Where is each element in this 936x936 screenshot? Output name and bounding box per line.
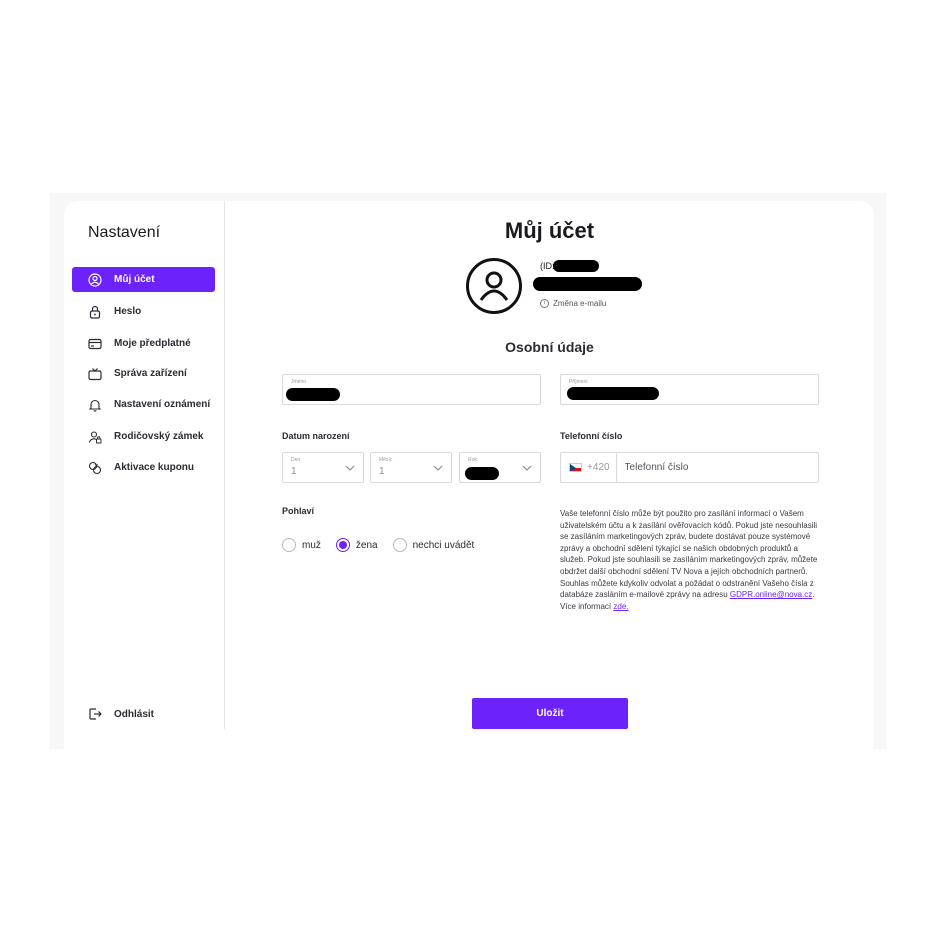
redacted-id xyxy=(552,260,599,272)
phone-field[interactable]: +420 xyxy=(560,452,819,483)
user-avatar-icon xyxy=(479,271,509,301)
phone-input[interactable] xyxy=(624,462,805,473)
day-label: Den xyxy=(291,457,301,463)
gender-option-unspecified[interactable]: nechci uvádět xyxy=(392,538,475,552)
redacted-first-name xyxy=(286,388,340,401)
save-button[interactable]: Uložit xyxy=(472,698,628,729)
gender-radio-group: muž žena nechci uvádět xyxy=(282,538,489,552)
phone-label: Telefonní číslo xyxy=(560,431,623,441)
sidebar-item-notifications[interactable]: Nastavení oznámení xyxy=(72,392,215,417)
sidebar-item-devices[interactable]: Správa zařízení xyxy=(72,361,215,386)
radio-male[interactable] xyxy=(282,538,296,552)
day-select[interactable]: Den 1 xyxy=(282,452,364,483)
sidebar-item-label: Nastavení oznámení xyxy=(114,399,211,410)
year-select[interactable]: Rok xyxy=(459,452,541,483)
consent-body: Vaše telefonní číslo může být použito pr… xyxy=(560,509,818,600)
phone-consent-text: Vaše telefonní číslo může být použito pr… xyxy=(560,508,822,612)
bell-icon xyxy=(88,398,102,412)
day-value: 1 xyxy=(291,466,297,477)
sidebar-item-label: Můj účet xyxy=(114,274,155,285)
sidebar-item-subscription[interactable]: Moje předplatné xyxy=(72,331,215,356)
last-name-label: Příjmení xyxy=(569,379,588,385)
gender-option-female[interactable]: žena xyxy=(335,538,378,552)
info-icon: i xyxy=(540,299,549,308)
parental-lock-icon xyxy=(88,430,102,444)
gender-option-label: nechci uvádět xyxy=(412,539,475,551)
redacted-email xyxy=(533,277,642,291)
sidebar-item-password[interactable]: Heslo xyxy=(72,299,215,324)
settings-card: Nastavení Můj účet Heslo Moje předplatné… xyxy=(64,201,874,749)
month-select[interactable]: Měsíc 1 xyxy=(370,452,452,483)
sidebar-item-label: Správa zařízení xyxy=(114,368,187,379)
birth-date-label: Datum narození xyxy=(282,431,350,441)
user-circle-icon xyxy=(88,272,102,287)
year-label: Rok xyxy=(468,457,477,463)
sidebar: Nastavení Můj účet Heslo Moje předplatné… xyxy=(64,201,225,729)
page-title: Můj účet xyxy=(504,218,595,243)
first-name-field[interactable]: Jméno xyxy=(282,374,541,405)
avatar xyxy=(466,258,522,314)
phone-prefix: +420 xyxy=(587,452,617,483)
last-name-field[interactable]: Příjmení xyxy=(560,374,819,405)
chevron-down-icon xyxy=(345,465,355,471)
sidebar-item-label: Heslo xyxy=(114,306,142,317)
sidebar-item-label: Moje předplatné xyxy=(114,338,191,349)
sidebar-item-my-account[interactable]: Můj účet xyxy=(72,267,215,292)
gender-option-label: žena xyxy=(355,539,378,551)
sidebar-title: Nastavení xyxy=(88,224,161,241)
credit-card-icon xyxy=(88,337,102,351)
month-value: 1 xyxy=(379,466,385,477)
main-content: Můj účet (ID: i Změna e-mailu Osobní úda… xyxy=(225,201,874,749)
account-id: (ID: xyxy=(540,260,599,272)
logout-button[interactable]: Odhlásit xyxy=(88,707,154,721)
sidebar-item-label: Aktivace kuponu xyxy=(114,462,195,473)
redacted-last-name xyxy=(567,387,659,400)
czech-flag-icon xyxy=(569,463,582,472)
logout-icon xyxy=(88,707,102,721)
gender-option-label: muž xyxy=(302,539,321,551)
gender-option-male[interactable]: muž xyxy=(282,538,321,552)
coupon-icon xyxy=(88,461,102,475)
change-email-label: Změna e-mailu xyxy=(553,299,607,308)
gender-label: Pohlaví xyxy=(282,506,315,516)
radio-unspecified[interactable] xyxy=(392,538,407,552)
more-info-link[interactable]: zde. xyxy=(613,602,628,611)
change-email-link[interactable]: i Změna e-mailu xyxy=(540,299,606,308)
logout-label: Odhlásit xyxy=(114,708,155,720)
chevron-down-icon xyxy=(433,465,443,471)
radio-female[interactable] xyxy=(335,538,350,552)
tv-icon xyxy=(88,367,102,381)
sidebar-item-parental-lock[interactable]: Rodičovský zámek xyxy=(72,424,215,449)
month-label: Měsíc xyxy=(379,457,393,463)
section-title: Osobní údaje xyxy=(505,339,594,355)
gdpr-email-link[interactable]: GDPR.online@nova.cz xyxy=(730,590,812,599)
first-name-label: Jméno xyxy=(291,379,307,385)
chevron-down-icon xyxy=(522,465,532,471)
lock-icon xyxy=(88,305,102,319)
sidebar-item-coupon[interactable]: Aktivace kuponu xyxy=(72,455,215,480)
redacted-year xyxy=(465,467,499,480)
sidebar-item-label: Rodičovský zámek xyxy=(114,431,204,442)
